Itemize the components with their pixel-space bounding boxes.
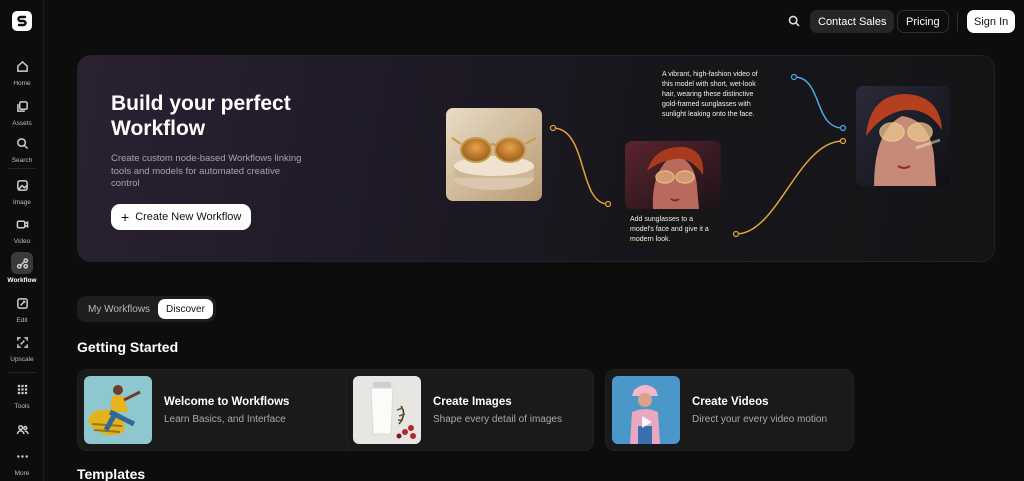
upscale-icon (11, 331, 33, 353)
create-new-workflow-label: Create New Workflow (135, 211, 242, 223)
sidebar-item-label: Upscale (10, 356, 34, 363)
model-portrait-image (625, 141, 721, 209)
sidebar-item-image[interactable]: Image (0, 174, 44, 206)
sidebar-item-tools[interactable]: Tools (0, 378, 44, 410)
sidebar-item-more[interactable]: More (0, 445, 44, 477)
image-icon (11, 174, 33, 196)
sidebar-item-edit[interactable]: Edit (0, 292, 44, 324)
sidebar-item-search[interactable]: Search (0, 132, 44, 164)
contact-sales-button[interactable]: Contact Sales (810, 10, 895, 33)
card-subtitle: Direct your every video motion (692, 414, 828, 425)
create-images-thumbnail (353, 376, 421, 444)
workflow-icon (11, 252, 33, 274)
card-welcome-to-workflows[interactable]: Welcome to Workflows Learn Basics, and I… (77, 369, 363, 451)
tab-my-workflows[interactable]: My Workflows (80, 299, 158, 319)
card-title: Welcome to Workflows (164, 396, 290, 408)
video-icon (11, 213, 33, 235)
tab-discover[interactable]: Discover (158, 299, 213, 319)
sidebar-item-label: Video (13, 238, 31, 245)
grid-icon (11, 378, 33, 400)
sidebar-item-label: Image (12, 199, 32, 206)
card-title: Create Images (433, 396, 512, 408)
edit-icon (11, 292, 33, 314)
prompt-note-top: A vibrant, high-fashion video of this mo… (656, 65, 773, 125)
assets-icon (11, 95, 33, 117)
card-title: Create Videos (692, 396, 769, 408)
sidebar-divider (8, 168, 36, 169)
hero-title: Build your perfect Workflow (111, 92, 291, 140)
sidebar: Home Assets Search Image Video Workflow … (0, 0, 44, 481)
templates-title: Templates (77, 466, 146, 481)
pricing-button[interactable]: Pricing (897, 10, 949, 33)
sidebar-item-label: Workflow (7, 277, 37, 284)
card-create-images[interactable]: Create Images Shape every detail of imag… (346, 369, 594, 451)
more-dots-icon (11, 445, 33, 467)
sidebar-item-upscale[interactable]: Upscale (0, 331, 44, 363)
welcome-thumbnail (84, 376, 152, 444)
getting-started-title: Getting Started (77, 339, 179, 355)
sidebar-item-label: Tools (14, 403, 30, 410)
plus-icon: + (121, 209, 130, 225)
create-videos-thumbnail (612, 376, 680, 444)
sidebar-item-label: Assets (12, 120, 32, 127)
hero-banner: Build your perfect Workflow Create custo… (77, 55, 995, 262)
people-icon (11, 418, 33, 440)
sidebar-item-people[interactable] (0, 418, 44, 440)
topbar-divider (957, 12, 958, 31)
sidebar-item-workflow[interactable]: Workflow (0, 252, 44, 284)
create-new-workflow-button[interactable]: + Create New Workflow (111, 204, 252, 230)
sidebar-divider (8, 372, 36, 373)
sidebar-item-home[interactable]: Home (0, 55, 44, 87)
workflow-tabs: My Workflows Discover (77, 296, 216, 322)
sunglasses-image (446, 108, 542, 201)
card-create-videos[interactable]: Create Videos Direct your every video mo… (605, 369, 854, 451)
sign-in-button[interactable]: Sign In (967, 10, 1016, 33)
app-logo[interactable] (12, 11, 32, 31)
sidebar-item-label: Search (11, 157, 33, 164)
search-icon (11, 132, 33, 154)
result-portrait-image (856, 86, 950, 186)
sidebar-item-label: More (14, 470, 30, 477)
sidebar-item-assets[interactable]: Assets (0, 95, 44, 127)
home-icon (11, 55, 33, 77)
hero-subtitle: Create custom node-based Workflows linki… (111, 153, 302, 189)
sidebar-item-label: Home (13, 80, 31, 87)
card-subtitle: Learn Basics, and Interface (164, 414, 286, 425)
top-search-button[interactable] (786, 13, 802, 29)
search-icon (788, 15, 800, 27)
logo-icon (17, 15, 27, 27)
sidebar-item-label: Edit (16, 317, 28, 324)
prompt-note-bottom: Add sunglasses to a model's face and giv… (624, 210, 721, 250)
sidebar-item-video[interactable]: Video (0, 213, 44, 245)
card-subtitle: Shape every detail of images (433, 414, 562, 425)
